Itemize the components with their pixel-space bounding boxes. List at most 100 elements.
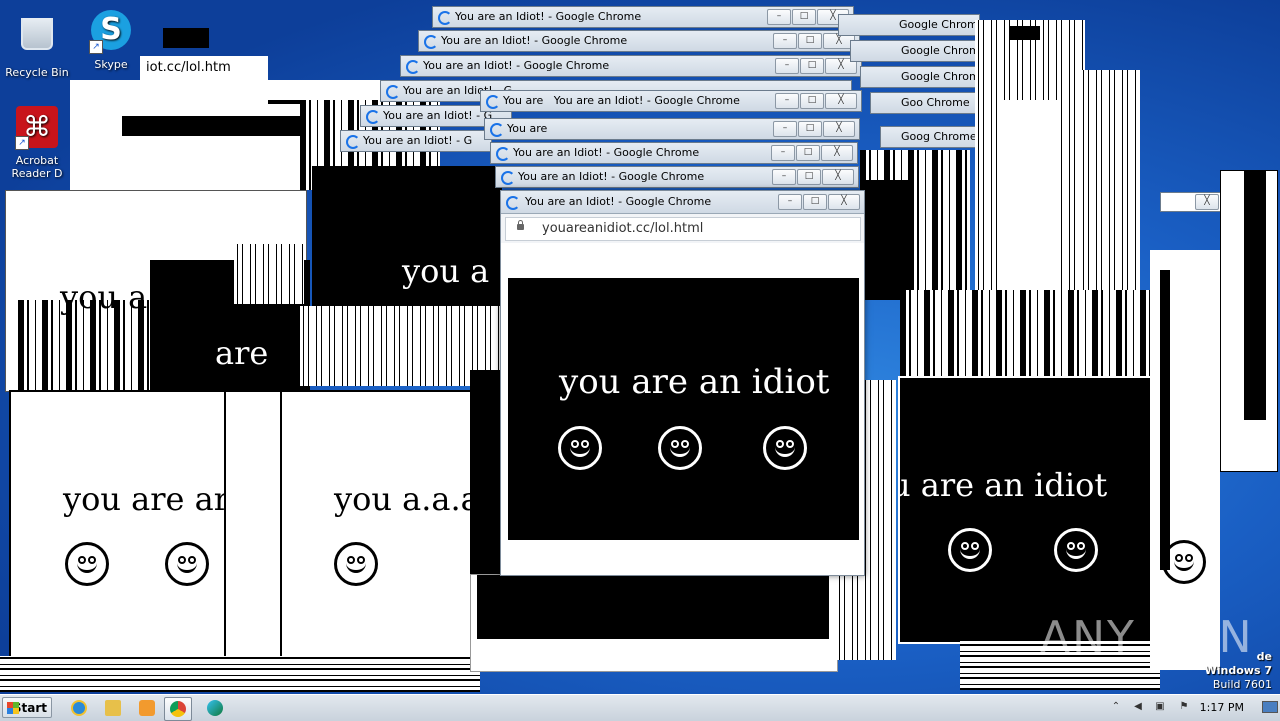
- popup-window-clone[interactable]: Google Chrome: [838, 14, 980, 36]
- smiley-icon: [558, 426, 602, 470]
- desktop-icon-acrobat-reader[interactable]: ⌘ ↗ Acrobat Reader D: [0, 106, 74, 180]
- desktop-icon-recycle-bin[interactable]: Recycle Bin: [0, 8, 74, 79]
- taskbar-edge[interactable]: [202, 697, 228, 719]
- popup-window-clone[interactable]: u are an idiot: [898, 376, 1154, 644]
- minimize-button[interactable]: –: [775, 93, 799, 109]
- network-icon[interactable]: ▣: [1154, 701, 1166, 713]
- minimize-button[interactable]: –: [778, 194, 802, 210]
- popup-window-clone[interactable]: You are an Idiot! - Google Chrome – □ ╳: [495, 166, 859, 188]
- glitch-artifact: [1080, 70, 1140, 300]
- loading-spinner-icon: [424, 35, 438, 49]
- window-titlebar[interactable]: You are – □ ╳: [485, 119, 859, 139]
- window-title: Google Chrome: [901, 70, 981, 83]
- window-titlebar[interactable]: Google Chrome: [851, 41, 981, 61]
- smiley-icon: [334, 542, 378, 586]
- maximize-button[interactable]: □: [796, 145, 820, 161]
- main-chrome-popup-window[interactable]: You are an Idiot! - Google Chrome – □ ╳ …: [500, 190, 865, 576]
- minimize-button[interactable]: –: [767, 9, 791, 25]
- window-titlebar[interactable]: You are an Idiot! - Google Chrome – □ ╳: [501, 191, 864, 214]
- popup-window-clone[interactable]: ╳: [1160, 192, 1222, 212]
- maximize-button[interactable]: □: [798, 121, 822, 137]
- minimize-button[interactable]: –: [772, 169, 796, 185]
- minimize-button[interactable]: –: [775, 58, 799, 74]
- action-center-flag-icon[interactable]: ⚑: [1178, 701, 1190, 713]
- window-title: You are an Idiot! - Google Chrome: [441, 34, 628, 47]
- volume-icon[interactable]: ◀: [1132, 701, 1144, 713]
- window-title: You are an Idiot! - G: [363, 134, 473, 147]
- taskbar-clock[interactable]: 1:17 PM: [1200, 701, 1244, 714]
- popup-window-clone[interactable]: You are an Idiot! - Google Chrome – □ ╳: [432, 6, 854, 28]
- minimize-button[interactable]: –: [773, 121, 797, 137]
- maximize-button[interactable]: □: [798, 33, 822, 49]
- show-hidden-icons[interactable]: ⌃: [1110, 701, 1122, 713]
- popup-window-clone[interactable]: You are an Idiot! - Google Chrome – □ ╳: [400, 55, 862, 77]
- maximize-button[interactable]: □: [797, 169, 821, 185]
- glitch-artifact: [1010, 26, 1040, 40]
- maximize-button[interactable]: □: [800, 58, 824, 74]
- popup-window-clone[interactable]: You are an Idiot! - Google Chrome – □ ╳: [490, 142, 858, 164]
- skype-icon: S ↗: [89, 10, 133, 54]
- close-button[interactable]: ╳: [821, 145, 853, 161]
- popup-window-clone[interactable]: [470, 574, 838, 672]
- popup-window-clone[interactable]: Goog Chrome: [880, 126, 982, 148]
- smiley-icon: [948, 528, 992, 572]
- taskbar-media-player[interactable]: [134, 697, 160, 719]
- close-button[interactable]: ╳: [828, 194, 860, 210]
- minimize-button[interactable]: –: [771, 145, 795, 161]
- popup-window-clone[interactable]: you are ar: [9, 390, 228, 660]
- close-button[interactable]: ╳: [823, 121, 855, 137]
- address-bar[interactable]: youareanidiot.cc/lol.html: [505, 217, 861, 241]
- popup-window-clone[interactable]: Goo Chrome: [870, 92, 982, 114]
- window-titlebar[interactable]: Google Chrome: [839, 15, 979, 35]
- popup-window-clone[interactable]: you a: [312, 166, 502, 306]
- lock-icon: [517, 220, 524, 230]
- url-text: youareanidiot.cc/lol.html: [542, 221, 704, 236]
- popup-window-clone[interactable]: Google Chrome: [850, 40, 982, 62]
- popup-window-clone[interactable]: [224, 390, 284, 660]
- start-button[interactable]: Start: [2, 697, 52, 718]
- window-titlebar[interactable]: You are an Idiot! - Google Chrome – □ ╳: [401, 56, 861, 76]
- taskbar-chrome[interactable]: [164, 697, 192, 721]
- close-button[interactable]: ╳: [822, 169, 854, 185]
- idiot-canvas: you are an idiot: [508, 278, 859, 540]
- minimize-button[interactable]: –: [773, 33, 797, 49]
- window-title: You are an Idiot! - Google Chrome: [423, 59, 610, 72]
- glitch-artifact: [860, 180, 914, 300]
- window-titlebar[interactable]: Goog Chrome: [881, 127, 981, 147]
- popup-window-clone[interactable]: Google Chrome: [860, 66, 982, 88]
- close-button[interactable]: ╳: [825, 93, 857, 109]
- loading-spinner-icon: [490, 123, 504, 137]
- window-titlebar[interactable]: Goo Chrome: [871, 93, 981, 113]
- smiley-icon: [763, 426, 807, 470]
- maximize-button[interactable]: □: [800, 93, 824, 109]
- popup-window-clone[interactable]: You are – □ ╳: [484, 118, 860, 140]
- loading-spinner-icon: [496, 147, 510, 161]
- popup-window-clone[interactable]: you a.a.a: [280, 390, 474, 660]
- smiley-icon: [65, 542, 109, 586]
- idiot-message: u are an idiot: [898, 466, 1108, 504]
- show-desktop-button[interactable]: [1262, 701, 1278, 713]
- window-titlebar[interactable]: You are You are an Idiot! - Google Chrom…: [481, 91, 861, 111]
- taskbar-file-explorer[interactable]: [100, 697, 126, 719]
- glitch-idiot-text: you a: [60, 278, 148, 316]
- popup-window-clone[interactable]: You are an Idiot! - Google Chrome – □ ╳: [418, 30, 860, 52]
- window-titlebar[interactable]: You are an Idiot! - Google Chrome – □ ╳: [419, 31, 859, 51]
- taskbar-internet-explorer[interactable]: [66, 697, 92, 719]
- window-title: Goog Chrome: [901, 130, 977, 143]
- loading-spinner-icon: [406, 60, 420, 74]
- popup-window-clone[interactable]: You are an Idiot! - G: [340, 130, 492, 152]
- maximize-button[interactable]: □: [792, 9, 816, 25]
- window-titlebar[interactable]: You are an Idiot! - Google Chrome – □ ╳: [496, 167, 858, 187]
- window-title: You are an Idiot! - Google Chrome: [525, 195, 712, 208]
- window-titlebar[interactable]: You are an Idiot! - Google Chrome – □ ╳: [491, 143, 857, 163]
- smiley-icon: [165, 542, 209, 586]
- desktop-icon-skype[interactable]: S ↗ Skype: [74, 10, 148, 71]
- maximize-button[interactable]: □: [803, 194, 827, 210]
- close-button[interactable]: ╳: [1195, 194, 1219, 210]
- window-titlebar[interactable]: Google Chrome: [861, 67, 981, 87]
- window-titlebar[interactable]: You are an Idiot! - Google Chrome – □ ╳: [433, 7, 853, 27]
- window-title: You are an Idiot! - Google Chrome: [455, 10, 642, 23]
- window-titlebar[interactable]: You are an Idiot! - G: [341, 131, 491, 151]
- popup-window-clone[interactable]: You are You are an Idiot! - Google Chrom…: [480, 90, 862, 112]
- glitch-artifact: [163, 28, 209, 48]
